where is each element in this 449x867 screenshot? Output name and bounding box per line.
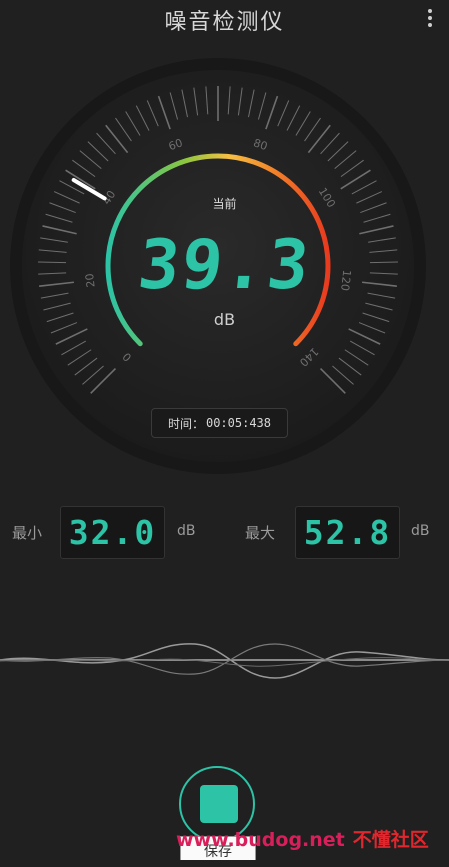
min-value: 32.0 bbox=[60, 506, 165, 559]
max-label: 最大 bbox=[245, 524, 276, 542]
sound-waveform bbox=[0, 643, 449, 679]
watermark: www.budog.net 不懂社区 bbox=[176, 826, 444, 854]
stop-square-icon bbox=[200, 785, 238, 823]
max-value: 52.8 bbox=[295, 506, 400, 559]
current-label: 当前 bbox=[212, 197, 237, 211]
timer-label: 时间： bbox=[167, 416, 204, 431]
current-db-unit: dB bbox=[213, 310, 236, 329]
top-bar: 噪音检测仪 bbox=[0, 0, 449, 40]
watermark-name: 不懂社区 bbox=[352, 829, 429, 851]
min-label: 最小 bbox=[12, 524, 43, 542]
timer-value: 00:05:438 bbox=[205, 416, 272, 430]
max-unit: dB bbox=[411, 523, 430, 539]
current-db-reading: 39.3 bbox=[134, 226, 315, 305]
app-title: 噪音检测仪 bbox=[164, 10, 285, 35]
min-unit: dB bbox=[177, 523, 196, 539]
more-vertical-icon[interactable] bbox=[425, 6, 435, 34]
elapsed-time-display: 时间： 00:05:438 bbox=[151, 408, 288, 438]
watermark-url: www.budog.net bbox=[176, 829, 345, 851]
